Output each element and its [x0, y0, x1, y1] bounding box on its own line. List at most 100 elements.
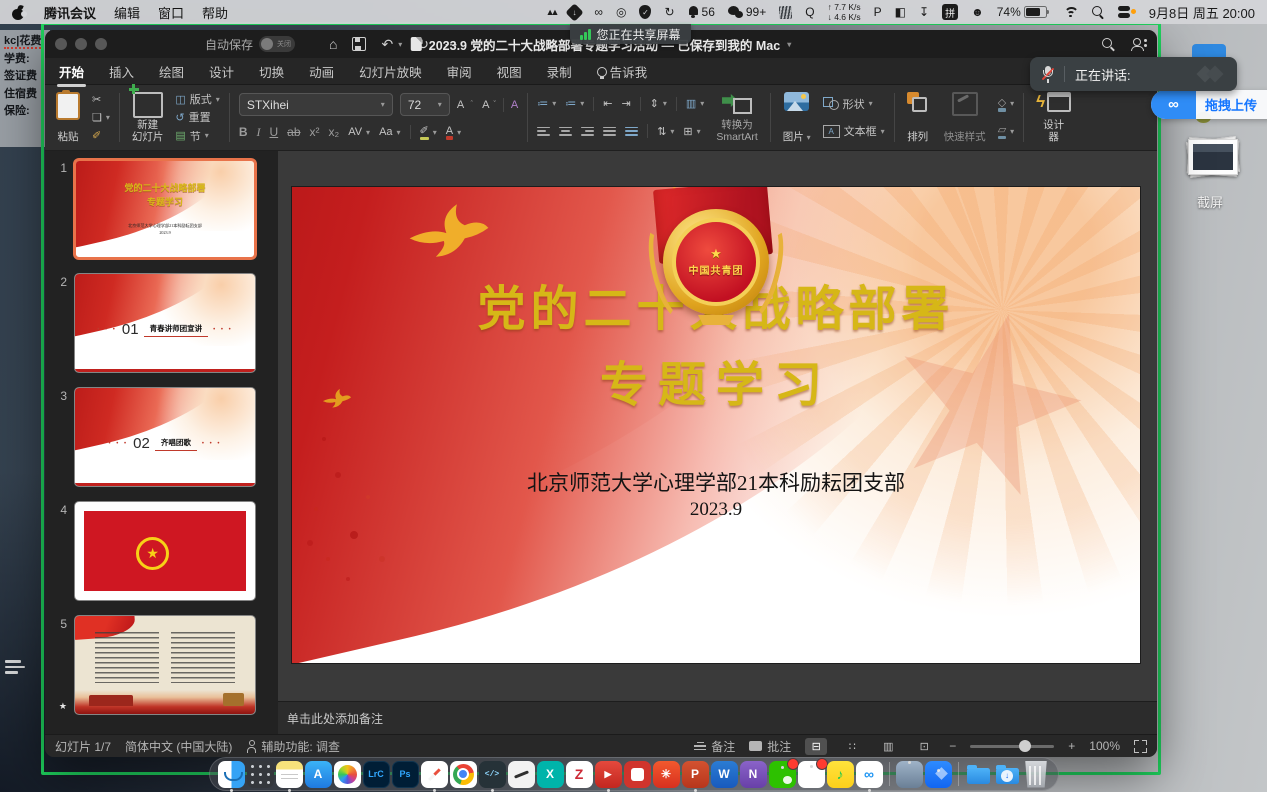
menu-app-name[interactable]: 腾讯会议 [44, 3, 96, 22]
dock-adobe-app[interactable]: ✳ [653, 761, 680, 788]
shape-outline-button[interactable]: ▱▾ [998, 123, 1014, 139]
notification-bell[interactable]: 56 [688, 5, 715, 19]
outdent-button[interactable]: ⇤ [603, 97, 612, 110]
format-painter-icon[interactable]: ✐ [92, 129, 101, 142]
notes-placeholder[interactable]: 单击此处添加备注 [287, 712, 383, 726]
designer-button[interactable]: ϟ 设计器 [1033, 90, 1074, 145]
apple-menu-icon[interactable] [12, 5, 24, 20]
superscript-button[interactable]: x² [310, 125, 320, 139]
align-right-button[interactable] [581, 127, 594, 136]
dock-zotero[interactable]: Z [566, 761, 593, 788]
dock-photoshop[interactable]: Ps [392, 761, 419, 788]
zoom-out-button[interactable]: − [949, 739, 956, 753]
tab-view[interactable]: 视图 [497, 62, 522, 81]
minimize-button[interactable] [75, 38, 87, 50]
dock-xmind[interactable]: X [537, 761, 564, 788]
text-direction-button[interactable]: ⇅▾ [657, 125, 674, 138]
tab-insert[interactable]: 插入 [109, 62, 134, 81]
thumbnail-1-preview[interactable]: 党的二十大战略部署专题学习 北京师范大学心理学部21本科励耘团支部2023.9 [74, 159, 256, 259]
new-slide-button[interactable]: 新建幻灯片 [129, 90, 167, 145]
dock-powerpoint[interactable]: P [682, 761, 709, 788]
menubar-clock[interactable]: 9月8日 周五 20:00 [1149, 3, 1255, 22]
save-icon[interactable] [352, 37, 366, 51]
menu-edit[interactable]: 编辑 [114, 3, 140, 22]
screenshot-stack-icon[interactable] [1185, 136, 1241, 178]
change-case-button[interactable]: Aa▾ [379, 126, 400, 138]
thumbnail-4-preview[interactable]: ★ [74, 501, 256, 601]
align-left-button[interactable] [537, 127, 550, 136]
dock-weiyun[interactable]: ∞ [856, 761, 883, 788]
layout-button[interactable]: ◫版式▾ [175, 91, 219, 107]
download-tray-icon[interactable]: ↧ [919, 5, 929, 19]
thumbnail-2[interactable]: 2 • • • 01 青春讲师团宣讲 • • • [45, 273, 278, 373]
notes-toggle-button[interactable]: 备注 [694, 738, 735, 755]
justify-button[interactable] [603, 127, 616, 136]
underline-button[interactable]: U [269, 125, 278, 139]
cut-icon[interactable]: ✂ [92, 93, 101, 106]
dock-trash[interactable] [1023, 761, 1050, 788]
tab-slideshow[interactable]: 幻灯片放映 [359, 62, 422, 81]
home-icon[interactable]: ⌂ [329, 36, 337, 52]
thumbnail-3[interactable]: 3 • • • 02 齐唱团歌 • • • [45, 387, 278, 487]
strikethrough-button[interactable]: ab [287, 125, 300, 139]
dock-qq[interactable] [798, 761, 825, 788]
input-method-icon[interactable]: 拼 [942, 4, 958, 20]
chevron-down-icon[interactable]: ▾ [787, 40, 791, 49]
tab-home[interactable]: 开始 [59, 62, 84, 81]
slide-canvas[interactable]: ★ 中国共青团 党的二十大战略部署 专题学习 北京师范大学心理学部21本科励耘团… [292, 187, 1140, 663]
dock-media-player[interactable]: ▶ [595, 761, 622, 788]
paste-button[interactable]: 粘贴 [53, 90, 83, 145]
undo-icon[interactable]: ↶ [381, 36, 393, 53]
tab-animations[interactable]: 动画 [309, 62, 334, 81]
p-status-icon[interactable]: P [874, 5, 882, 19]
picture-button[interactable]: 图片 ▾ [780, 90, 814, 145]
wifi-icon[interactable] [1063, 6, 1078, 18]
dock-folder[interactable] [965, 761, 992, 788]
dock-qq-music[interactable]: ♪ [827, 761, 854, 788]
thumbnail-5-preview[interactable] [74, 615, 256, 715]
weiyun-status-icon[interactable]: ∞ [594, 5, 603, 19]
zoom-level[interactable]: 100% [1089, 739, 1120, 753]
highlight-button[interactable]: ✐▾ [420, 124, 437, 140]
comments-toggle-button[interactable]: 批注 [749, 738, 791, 755]
convert-smartart-button[interactable]: 转换为SmartArt [713, 90, 760, 145]
desktop-list-icon[interactable] [5, 660, 27, 674]
dock-app-store[interactable]: A [305, 761, 332, 788]
font-color-button[interactable]: A▾ [446, 125, 461, 140]
slide-editor-area[interactable]: ★ 中国共青团 党的二十大战略部署 专题学习 北京师范大学心理学部21本科励耘团… [278, 151, 1157, 701]
distribute-button[interactable] [625, 127, 638, 136]
increase-font-button[interactable]: A＾ [457, 99, 475, 111]
zoom-slider-knob[interactable] [1019, 740, 1031, 752]
slide-title-line2[interactable]: 专题学习 [292, 345, 1140, 415]
battery-status[interactable]: 74% [997, 5, 1050, 19]
search-icon[interactable] [1101, 37, 1115, 51]
accessibility-status[interactable]: 辅助功能: 调查 [246, 738, 340, 755]
tab-draw[interactable]: 绘图 [159, 62, 184, 81]
sync-status-icon[interactable]: ↻ [664, 5, 674, 19]
shape-fill-button[interactable]: ◇▾ [998, 96, 1014, 112]
reset-button[interactable]: ↺重置 [175, 109, 219, 125]
chat-status[interactable]: 99+ [728, 5, 766, 19]
zoom-button[interactable] [95, 38, 107, 50]
align-center-button[interactable] [559, 127, 572, 136]
autosave-toggle[interactable]: 关闭 [259, 36, 295, 52]
dock-onenote[interactable]: N [740, 761, 767, 788]
thumbnail-1[interactable]: 1 党的二十大战略部署专题学习 北京师范大学心理学部21本科励耘团支部2023.… [45, 159, 278, 259]
drag-upload-widget[interactable]: ∞ 拖拽上传 [1151, 90, 1267, 119]
dock-pdf-reader[interactable] [624, 761, 651, 788]
close-button[interactable] [55, 38, 67, 50]
dock-wechat[interactable] [769, 761, 796, 788]
decrease-font-button[interactable]: Aˇ [482, 99, 496, 111]
dock-notes[interactable] [276, 761, 303, 788]
reading-view-button[interactable]: ▥ [877, 738, 899, 755]
meeting-speaking-pill[interactable]: 正在讲话: [1030, 57, 1237, 91]
zoom-slider[interactable] [970, 745, 1054, 748]
grille-icon[interactable] [779, 6, 792, 19]
tab-record[interactable]: 录制 [547, 62, 572, 81]
thumbnail-2-preview[interactable]: • • • 01 青春讲师团宣讲 • • • [74, 273, 256, 373]
language-indicator[interactable]: 简体中文 (中国大陆) [125, 738, 232, 755]
italic-button[interactable]: I [256, 125, 260, 140]
target-status-icon[interactable]: ◎ [616, 5, 626, 19]
quick-styles-button[interactable]: 快速样式 [941, 90, 989, 145]
dock-downloads[interactable]: ↓ [994, 761, 1021, 788]
